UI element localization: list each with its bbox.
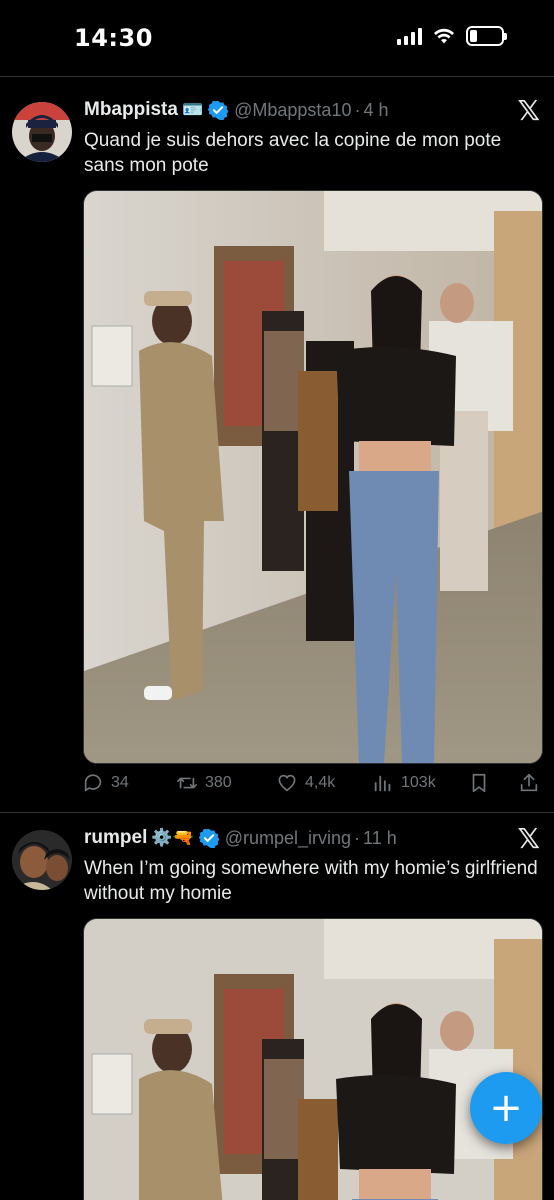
author-name[interactable]: rumpel <box>84 827 147 849</box>
tweet-header: Mbappista 🪪 @Mbappsta10 · 4 h <box>84 96 542 124</box>
like-count: 4,4k <box>305 774 336 791</box>
bookmark-button[interactable] <box>468 772 490 794</box>
compose-plus-icon: + <box>489 1085 523 1131</box>
tweet-time[interactable]: 4 h <box>363 100 388 121</box>
tweet-text: Quand je suis dehors avec la copine de m… <box>84 130 502 176</box>
like-icon <box>278 774 296 792</box>
tweet-time[interactable]: 11 h <box>363 828 397 849</box>
views-count: 103k <box>401 774 436 791</box>
wifi-icon <box>434 28 454 44</box>
x-logo-icon[interactable]: 𝕏 <box>517 94 540 127</box>
separator-dot: · <box>354 827 361 848</box>
tweet-text: When I’m going somewhere with my homie’s… <box>84 858 538 904</box>
retweet-count: 380 <box>205 774 232 791</box>
reply-count: 34 <box>111 774 129 791</box>
status-icons <box>397 26 507 46</box>
retweet-icon <box>177 777 197 789</box>
battery-icon <box>466 26 507 46</box>
author-handle[interactable]: @rumpel_irving <box>225 828 351 849</box>
verified-badge-icon <box>198 828 219 848</box>
compose-button[interactable]: + <box>470 1072 542 1144</box>
name-emoji: 🪪 <box>181 100 204 119</box>
tweet-image[interactable] <box>83 190 543 764</box>
x-logo-icon[interactable]: 𝕏 <box>517 822 540 855</box>
views-button[interactable]: 103k <box>372 772 436 794</box>
reply-button[interactable]: 34 <box>82 772 129 794</box>
tweet-divider <box>0 812 554 813</box>
status-bar: 14:30 <box>0 0 554 76</box>
avatar[interactable] <box>12 102 72 162</box>
separator-dot: · <box>354 99 361 120</box>
status-time: 14:30 <box>74 24 153 52</box>
reply-icon <box>84 774 102 792</box>
name-emoji: ⚙️🔫 <box>151 828 194 847</box>
share-icon <box>520 773 538 792</box>
like-button[interactable]: 4,4k <box>276 772 335 794</box>
tweet-image[interactable] <box>83 918 543 1200</box>
tweet-actions: 34 380 4,4k 103k <box>82 772 542 802</box>
author-handle[interactable]: @Mbappsta10 <box>234 100 351 121</box>
views-icon <box>374 775 391 792</box>
bookmark-icon <box>472 773 486 793</box>
verified-badge-icon <box>208 100 229 120</box>
avatar[interactable] <box>12 830 72 890</box>
tweet-header: rumpel ⚙️🔫 @rumpel_irving · 11 h <box>84 824 542 852</box>
author-name[interactable]: Mbappista <box>84 99 178 121</box>
cell-signal-icon <box>397 27 422 45</box>
retweet-button[interactable]: 380 <box>176 772 232 794</box>
top-divider <box>0 76 554 77</box>
share-button[interactable] <box>518 772 540 794</box>
